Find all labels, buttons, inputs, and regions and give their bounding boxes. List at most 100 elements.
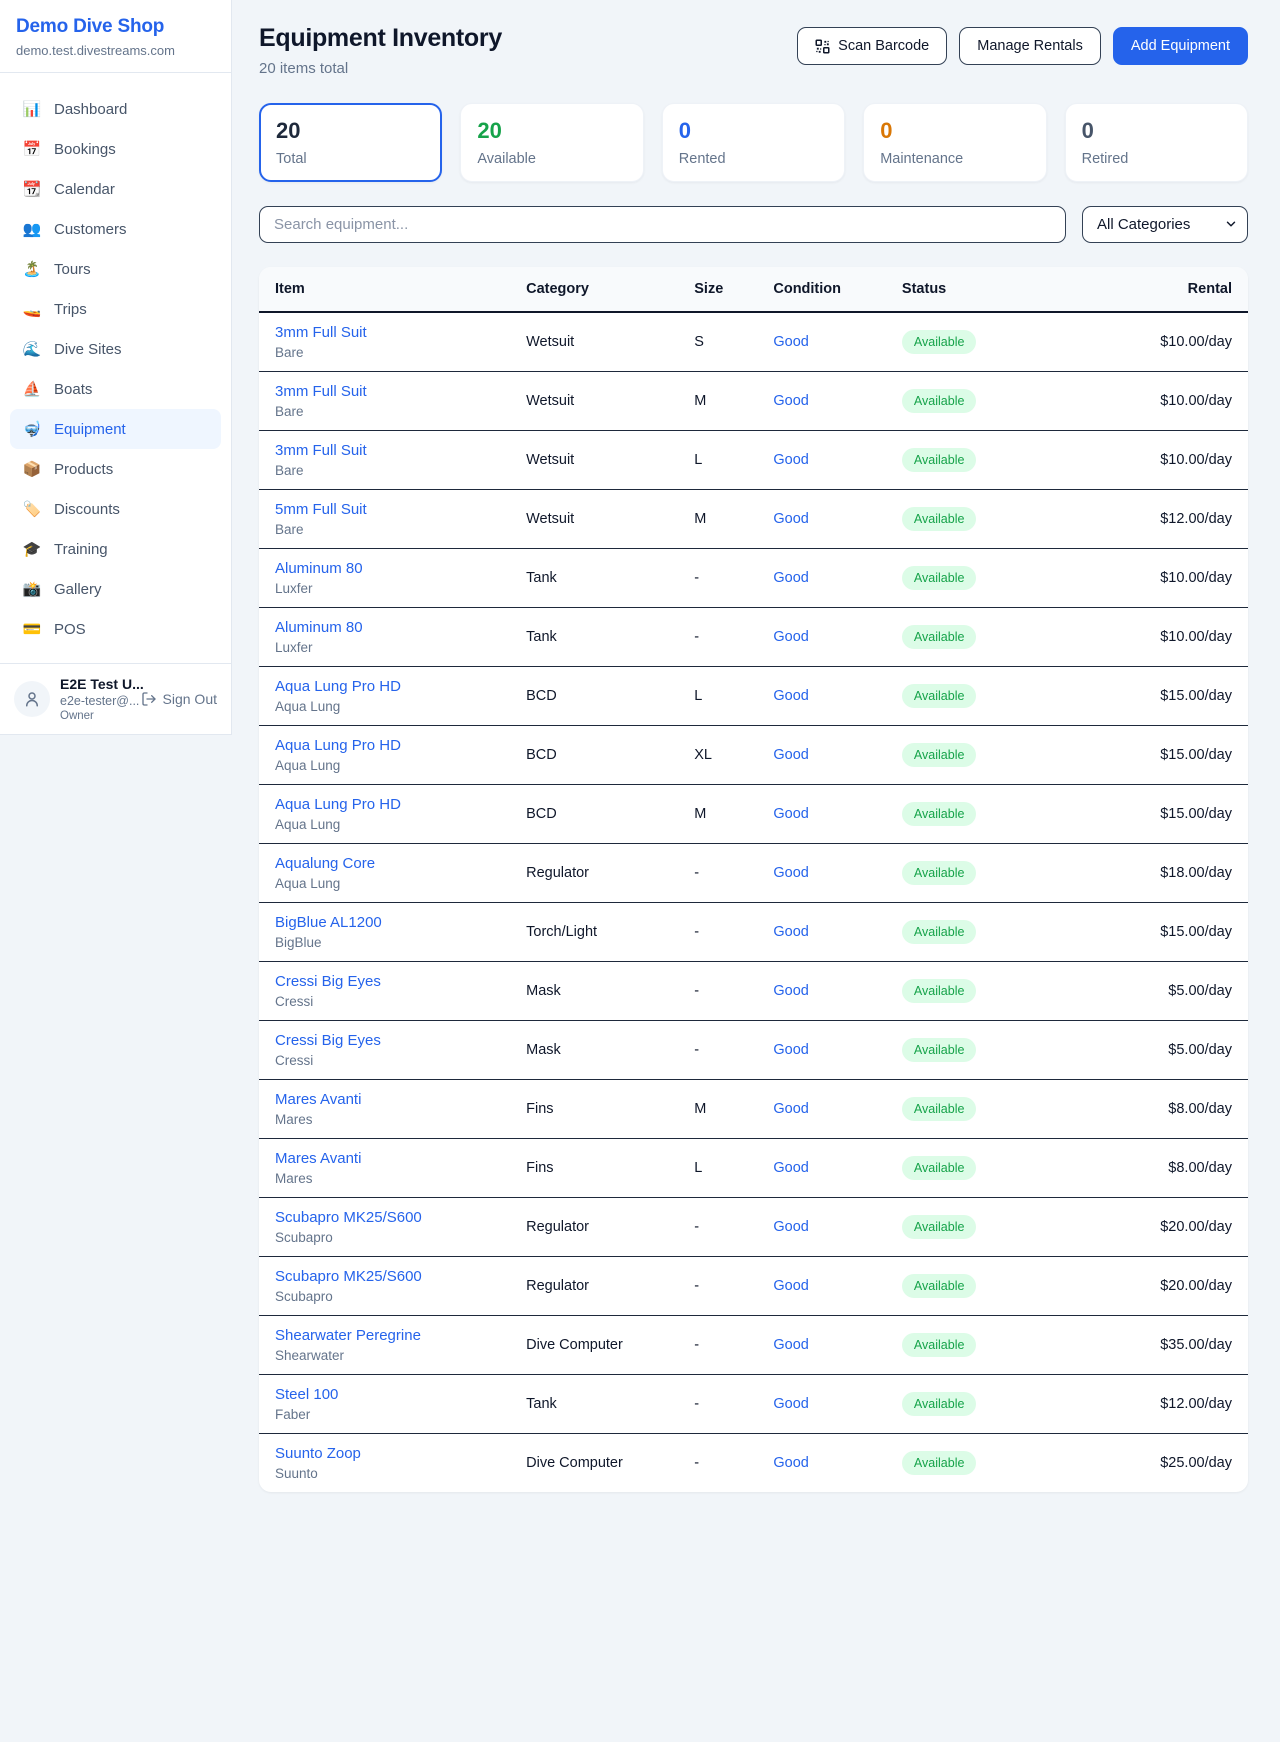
people-icon: 👥: [22, 220, 42, 238]
manage-rentals-button[interactable]: Manage Rentals: [959, 27, 1101, 65]
condition-link[interactable]: Good: [773, 1219, 808, 1235]
item-link[interactable]: 3mm Full Suit: [275, 324, 506, 341]
condition-link[interactable]: Good: [773, 570, 808, 586]
item-link[interactable]: Scubapro MK25/S600: [275, 1209, 506, 1226]
condition-cell: Good: [763, 1021, 892, 1080]
condition-link[interactable]: Good: [773, 334, 808, 350]
item-link[interactable]: Aqua Lung Pro HD: [275, 737, 506, 754]
category-value: BCD: [526, 688, 557, 704]
condition-cell: Good: [763, 608, 892, 667]
stat-card-total[interactable]: 20Total: [259, 103, 442, 182]
condition-link[interactable]: Good: [773, 806, 808, 822]
sidebar-item-tours[interactable]: 🏝️Tours: [10, 249, 221, 289]
condition-link[interactable]: Good: [773, 629, 808, 645]
add-equipment-button[interactable]: Add Equipment: [1113, 27, 1248, 65]
user-role: Owner: [60, 710, 131, 722]
stat-card-retired[interactable]: 0Retired: [1065, 103, 1248, 182]
category-value: Dive Computer: [526, 1337, 623, 1353]
sidebar-item-calendar[interactable]: 📆Calendar: [10, 169, 221, 209]
condition-link[interactable]: Good: [773, 1396, 808, 1412]
item-link[interactable]: Aqualung Core: [275, 855, 506, 872]
item-link[interactable]: Aqua Lung Pro HD: [275, 678, 506, 695]
manage-rentals-label: Manage Rentals: [977, 38, 1083, 54]
condition-link[interactable]: Good: [773, 1337, 808, 1353]
stat-value: 20: [276, 118, 425, 144]
item-link[interactable]: Suunto Zoop: [275, 1445, 506, 1462]
size-cell: XL: [684, 726, 763, 785]
item-link[interactable]: Steel 100: [275, 1386, 506, 1403]
category-value: Wetsuit: [526, 452, 574, 468]
item-link[interactable]: 5mm Full Suit: [275, 501, 506, 518]
item-link[interactable]: Aluminum 80: [275, 560, 506, 577]
item-link[interactable]: 3mm Full Suit: [275, 383, 506, 400]
sidebar-item-gallery[interactable]: 📸Gallery: [10, 569, 221, 609]
scan-barcode-button[interactable]: Scan Barcode: [797, 27, 947, 65]
size-value: M: [694, 806, 706, 822]
rental-value: $20.00/day: [1160, 1219, 1232, 1235]
condition-link[interactable]: Good: [773, 1160, 808, 1176]
sidebar-item-trips[interactable]: 🚤Trips: [10, 289, 221, 329]
condition-link[interactable]: Good: [773, 924, 808, 940]
sidebar-item-training[interactable]: 🎓Training: [10, 529, 221, 569]
rental-value: $15.00/day: [1160, 688, 1232, 704]
sign-out-button[interactable]: Sign Out: [141, 691, 217, 707]
condition-link[interactable]: Good: [773, 865, 808, 881]
condition-link[interactable]: Good: [773, 983, 808, 999]
status-cell: Available: [892, 1257, 1060, 1316]
add-equipment-label: Add Equipment: [1131, 38, 1230, 54]
sidebar-item-discounts[interactable]: 🏷️Discounts: [10, 489, 221, 529]
sidebar-item-customers[interactable]: 👥Customers: [10, 209, 221, 249]
status-cell: Available: [892, 1198, 1060, 1257]
sidebar-item-boats[interactable]: ⛵Boats: [10, 369, 221, 409]
item-link[interactable]: Shearwater Peregrine: [275, 1327, 506, 1344]
condition-link[interactable]: Good: [773, 1101, 808, 1117]
condition-cell: Good: [763, 549, 892, 608]
item-cell: 3mm Full SuitBare: [259, 372, 516, 431]
item-link[interactable]: Cressi Big Eyes: [275, 973, 506, 990]
stat-card-available[interactable]: 20Available: [460, 103, 643, 182]
condition-link[interactable]: Good: [773, 393, 808, 409]
item-link[interactable]: Aqua Lung Pro HD: [275, 796, 506, 813]
condition-cell: Good: [763, 1080, 892, 1139]
condition-link[interactable]: Good: [773, 452, 808, 468]
size-value: L: [694, 1160, 702, 1176]
equipment-table-card: ItemCategorySizeConditionStatusRental 3m…: [259, 267, 1248, 1492]
status-badge: Available: [902, 920, 977, 944]
category-cell: Torch/Light: [516, 903, 684, 962]
item-link[interactable]: Aluminum 80: [275, 619, 506, 636]
item-link[interactable]: Scubapro MK25/S600: [275, 1268, 506, 1285]
status-badge: Available: [902, 448, 977, 472]
category-select[interactable]: All Categories: [1082, 206, 1248, 243]
category-value: Mask: [526, 983, 561, 999]
item-link[interactable]: BigBlue AL1200: [275, 914, 506, 931]
stat-card-maintenance[interactable]: 0Maintenance: [863, 103, 1046, 182]
condition-link[interactable]: Good: [773, 1042, 808, 1058]
condition-link[interactable]: Good: [773, 1278, 808, 1294]
sidebar-item-dashboard[interactable]: 📊Dashboard: [10, 89, 221, 129]
item-link[interactable]: 3mm Full Suit: [275, 442, 506, 459]
condition-cell: Good: [763, 1316, 892, 1375]
size-cell: -: [684, 1021, 763, 1080]
sidebar-item-dive-sites[interactable]: 🌊Dive Sites: [10, 329, 221, 369]
rental-value: $5.00/day: [1168, 983, 1232, 999]
sidebar-item-products[interactable]: 📦Products: [10, 449, 221, 489]
item-link[interactable]: Mares Avanti: [275, 1150, 506, 1167]
item-link[interactable]: Cressi Big Eyes: [275, 1032, 506, 1049]
sidebar-item-equipment[interactable]: 🤿Equipment: [10, 409, 221, 449]
condition-link[interactable]: Good: [773, 511, 808, 527]
rental-cell: $35.00/day: [1060, 1316, 1248, 1375]
condition-link[interactable]: Good: [773, 1455, 808, 1471]
search-input[interactable]: [259, 206, 1066, 243]
sidebar-item-bookings[interactable]: 📅Bookings: [10, 129, 221, 169]
category-value: BCD: [526, 806, 557, 822]
table-row: Cressi Big EyesCressiMask-GoodAvailable$…: [259, 962, 1248, 1021]
item-link[interactable]: Mares Avanti: [275, 1091, 506, 1108]
table-row: 3mm Full SuitBareWetsuitLGoodAvailable$1…: [259, 431, 1248, 490]
stat-card-rented[interactable]: 0Rented: [662, 103, 845, 182]
condition-link[interactable]: Good: [773, 688, 808, 704]
title-block: Equipment Inventory 20 items total: [259, 24, 502, 77]
sidebar-item-pos[interactable]: 💳POS: [10, 609, 221, 649]
status-badge: Available: [902, 1156, 977, 1180]
stat-label: Maintenance: [880, 151, 1029, 167]
condition-link[interactable]: Good: [773, 747, 808, 763]
